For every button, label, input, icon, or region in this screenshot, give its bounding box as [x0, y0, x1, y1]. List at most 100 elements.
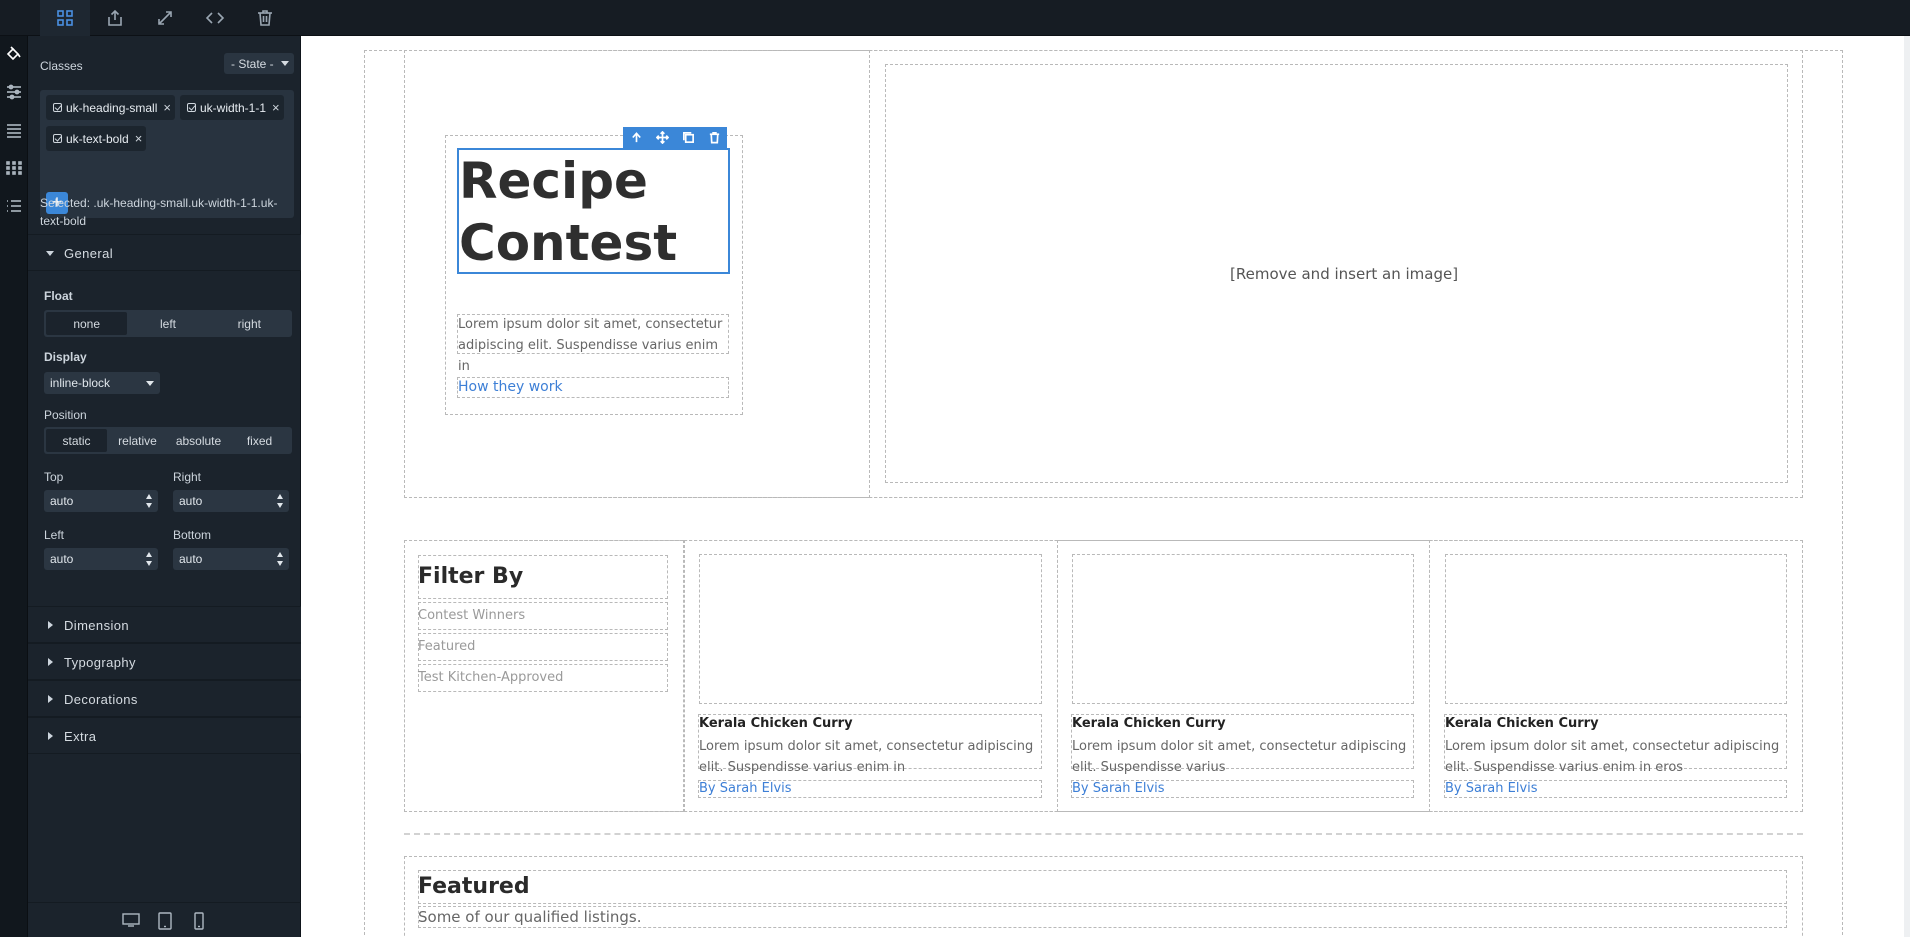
- stepper-icon[interactable]: [146, 494, 153, 508]
- right-input-value: auto: [179, 494, 203, 508]
- right-input[interactable]: auto: [173, 490, 289, 512]
- recipe-card-author[interactable]: By Sarah Elvis: [1072, 781, 1165, 796]
- hero-title[interactable]: Recipe Contest: [459, 150, 677, 274]
- position-option-fixed[interactable]: fixed: [229, 429, 290, 452]
- close-icon[interactable]: ×: [163, 100, 171, 115]
- settings-button[interactable]: [0, 74, 28, 110]
- float-option-left[interactable]: left: [127, 312, 208, 335]
- hero-link[interactable]: How they work: [458, 379, 563, 395]
- canvas-scrollbar[interactable]: [1904, 36, 1910, 937]
- sector-title: Decorations: [64, 692, 138, 707]
- recipe-card-author[interactable]: By Sarah Elvis: [1445, 781, 1538, 796]
- hero-paragraph[interactable]: Lorem ipsum dolor sit amet, consectetur …: [458, 314, 728, 377]
- panel-switcher: [0, 36, 28, 937]
- featured-title-box[interactable]: [418, 870, 1787, 904]
- style-manager-button[interactable]: [0, 36, 28, 72]
- bottom-input[interactable]: auto: [173, 548, 289, 570]
- left-input-value: auto: [50, 552, 74, 566]
- position-option-relative[interactable]: relative: [107, 429, 168, 452]
- blocks-grid-icon: [6, 161, 22, 175]
- right-label: Right: [173, 470, 202, 484]
- layers-button[interactable]: [0, 112, 28, 148]
- sector-typography[interactable]: Typography: [28, 643, 301, 680]
- chevron-right-icon: [48, 658, 53, 666]
- chevron-right-icon: [48, 695, 53, 703]
- float-option-right[interactable]: right: [209, 312, 290, 335]
- class-tag-label: uk-text-bold: [66, 131, 129, 146]
- stepper-icon[interactable]: [277, 552, 284, 566]
- device-switcher: [28, 902, 301, 937]
- move-icon: [655, 131, 669, 144]
- class-tag[interactable]: uk-width-1-1 ×: [180, 95, 284, 120]
- filter-item[interactable]: Test Kitchen-Approved: [418, 670, 563, 685]
- filter-item[interactable]: Contest Winners: [418, 608, 525, 623]
- position-option-absolute[interactable]: absolute: [168, 429, 229, 452]
- recipe-card-image[interactable]: [699, 554, 1042, 704]
- left-input[interactable]: auto: [44, 548, 158, 570]
- export-button[interactable]: [90, 0, 140, 36]
- move-button[interactable]: [649, 127, 675, 148]
- left-label: Left: [44, 528, 65, 542]
- recipe-card-author[interactable]: By Sarah Elvis: [699, 781, 792, 796]
- close-icon[interactable]: ×: [272, 100, 280, 115]
- float-option-none[interactable]: none: [46, 312, 128, 335]
- checkbox-icon[interactable]: [53, 134, 62, 143]
- close-icon[interactable]: ×: [135, 131, 143, 146]
- class-tag[interactable]: uk-heading-small ×: [46, 95, 175, 120]
- sector-title: Dimension: [64, 618, 130, 633]
- recipe-card-text: Lorem ipsum dolor sit amet, consectetur …: [1445, 739, 1780, 775]
- grid-button[interactable]: [40, 0, 90, 36]
- class-tag-label: uk-width-1-1: [200, 100, 267, 115]
- blocks-button[interactable]: [0, 150, 28, 186]
- top-toolbar: [0, 0, 1910, 36]
- recipe-card-text: Lorem ipsum dolor sit amet, consectetur …: [1072, 739, 1407, 775]
- stepper-icon[interactable]: [146, 552, 153, 566]
- list-button[interactable]: [0, 188, 28, 224]
- paint-bucket-icon: [6, 46, 21, 61]
- checkbox-icon[interactable]: [187, 103, 196, 112]
- recipe-card-title: Kerala Chicken Curry: [699, 716, 853, 731]
- position-option-static[interactable]: static: [46, 429, 107, 452]
- display-select-value: inline-block: [50, 376, 111, 390]
- recipe-card-title: Kerala Chicken Curry: [1072, 716, 1226, 731]
- bottom-input-value: auto: [179, 552, 203, 566]
- class-tag-label: uk-heading-small: [66, 100, 158, 115]
- image-placeholder-text: [Remove and insert an image]: [1230, 265, 1459, 283]
- trash-icon: [258, 10, 272, 26]
- tablet-icon[interactable]: [158, 912, 172, 935]
- sector-decorations[interactable]: Decorations: [28, 680, 301, 717]
- recipe-card-text: Lorem ipsum dolor sit amet, consectetur …: [699, 739, 1034, 775]
- display-select[interactable]: inline-block: [44, 372, 160, 394]
- class-tag[interactable]: uk-text-bold ×: [46, 126, 147, 151]
- state-select[interactable]: - State -: [224, 53, 294, 74]
- desktop-icon[interactable]: [122, 912, 140, 933]
- code-button[interactable]: [190, 0, 240, 36]
- chevron-down-icon: [46, 251, 54, 256]
- fullscreen-button[interactable]: [140, 0, 190, 36]
- delete-button[interactable]: [701, 127, 727, 148]
- sector-dimension[interactable]: Dimension: [28, 606, 301, 643]
- display-label: Display: [44, 350, 87, 364]
- position-label: Position: [44, 408, 87, 422]
- mobile-icon[interactable]: [194, 912, 204, 935]
- clone-button[interactable]: [675, 127, 701, 148]
- sliders-icon: [7, 84, 21, 100]
- top-input[interactable]: auto: [44, 490, 158, 512]
- recipe-card-image[interactable]: [1445, 554, 1787, 704]
- stepper-icon[interactable]: [277, 494, 284, 508]
- select-parent-button[interactable]: [623, 127, 649, 148]
- list-icon: [7, 200, 21, 212]
- float-radio-group: none left right: [44, 310, 292, 337]
- featured-subtitle: Some of our qualified listings.: [418, 908, 642, 926]
- arrow-up-icon: [631, 132, 641, 143]
- recipe-card-image[interactable]: [1072, 554, 1414, 704]
- export-icon: [108, 9, 122, 26]
- checkbox-icon[interactable]: [53, 103, 62, 112]
- editor-canvas[interactable]: Recipe Contest Lorem ipsum dolor sit ame…: [301, 36, 1910, 937]
- sector-extra[interactable]: Extra: [28, 717, 301, 754]
- trash-button[interactable]: [240, 0, 290, 36]
- selected-selector: Selected: .uk-heading-small.uk-width-1-1…: [40, 196, 278, 228]
- filter-item[interactable]: Featured: [418, 639, 475, 654]
- sector-general[interactable]: General: [28, 234, 301, 271]
- recipe-card-title: Kerala Chicken Curry: [1445, 716, 1599, 731]
